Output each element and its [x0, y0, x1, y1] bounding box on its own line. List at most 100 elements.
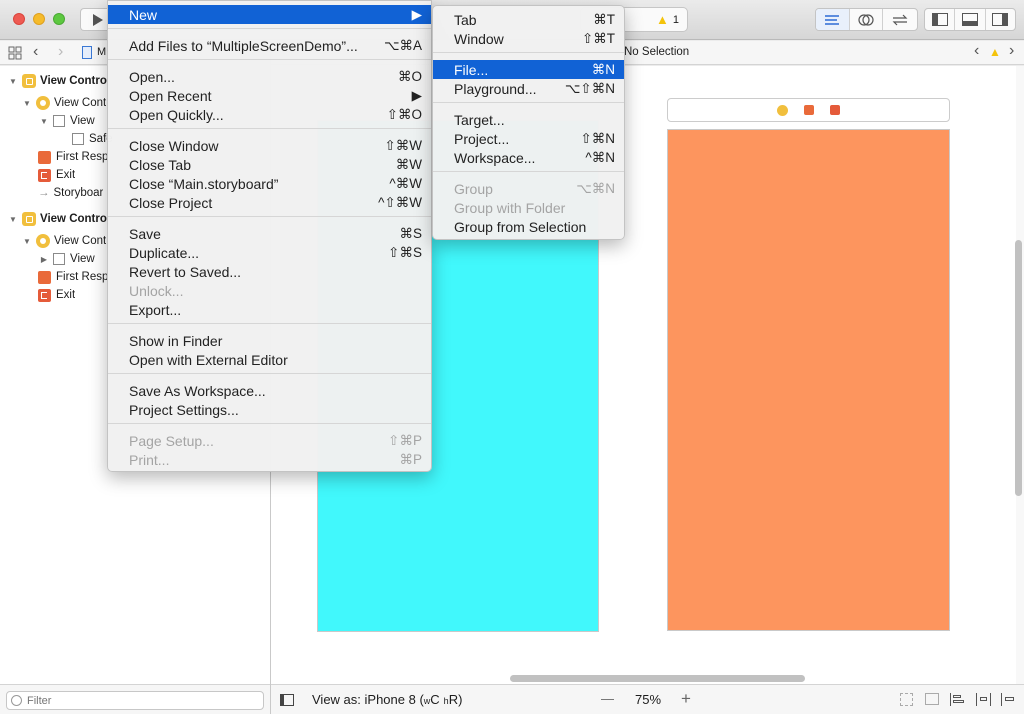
utilities-toggle-icon [992, 13, 1009, 26]
tree-row[interactable]: ▶ View [39, 250, 95, 268]
disclosure-triangle-icon[interactable]: ▼ [8, 77, 18, 86]
menu-item-save[interactable]: Save ⌘S [108, 224, 431, 243]
disclosure-triangle-icon[interactable]: ▼ [22, 237, 32, 246]
disclosure-triangle-icon[interactable]: ▼ [8, 215, 18, 224]
panel-toggle-control[interactable] [924, 8, 1016, 31]
embed-in-stack-icon[interactable] [925, 693, 939, 705]
menu-separator [108, 423, 431, 424]
tree-row[interactable]: → Storyboar [38, 184, 103, 202]
file-menu: New ▶ Add Files to “MultipleScreenDemo”.… [107, 0, 432, 472]
forward-arrow-icon[interactable]: › [58, 43, 63, 61]
menu-item-label: Close “Main.storyboard” [129, 175, 279, 192]
utilities-toggle-button[interactable] [986, 9, 1015, 30]
menu-item-label: Project Settings... [129, 401, 239, 418]
debug-toggle-button[interactable] [955, 9, 986, 30]
menu-item-new-file[interactable]: File... ⌘N [433, 60, 624, 79]
menu-item-open-recent[interactable]: Open Recent ▶ [108, 86, 431, 105]
menu-item-revert[interactable]: Revert to Saved... [108, 262, 431, 281]
menu-item-new-workspace[interactable]: Workspace... ^⌘N [433, 148, 624, 167]
menu-item-shortcut: ⌥⇧⌘N [564, 80, 615, 96]
menu-item-print: Print... ⌘P [108, 450, 431, 469]
disclosure-triangle-icon[interactable]: ▼ [39, 117, 49, 126]
safe-area-icon [72, 133, 84, 145]
first-responder-icon[interactable] [804, 105, 814, 115]
assistant-editor-button[interactable] [850, 9, 884, 30]
tree-row[interactable]: ▼ View Cont [22, 232, 106, 250]
version-editor-button[interactable] [883, 9, 917, 30]
menu-item-open[interactable]: Open... ⌘O [108, 67, 431, 86]
disclosure-triangle-icon[interactable]: ▶ [39, 255, 49, 264]
menu-item-label: Page Setup... [129, 432, 214, 449]
editor-mode-control[interactable] [815, 8, 918, 31]
menu-item-label: Group from Selection [454, 218, 587, 235]
menu-item-new-target[interactable]: Target... [433, 110, 624, 129]
disclosure-triangle-icon[interactable]: ▼ [22, 99, 32, 108]
menu-item-shortcut: ⌘T [593, 11, 615, 27]
add-constraints-icon[interactable] [976, 693, 991, 706]
menu-item-new-group-from-selection[interactable]: Group from Selection [433, 217, 624, 236]
tree-label: Exit [56, 289, 76, 301]
warning-icon[interactable]: ▲ [989, 45, 1001, 59]
menu-item-label: Project... [454, 130, 510, 147]
navigator-toggle-button[interactable] [925, 9, 956, 30]
tree-row[interactable]: ▼ View Cont [22, 94, 106, 112]
tree-row[interactable]: First Resp [38, 148, 108, 166]
menu-item-new-window[interactable]: Window ⇧⌘T [433, 29, 624, 48]
run-button[interactable] [80, 8, 107, 31]
scene-dock[interactable] [667, 98, 950, 122]
menu-item-new-tab[interactable]: Tab ⌘T [433, 10, 624, 29]
zoom-out-button[interactable]: — [601, 691, 614, 706]
update-frames-icon[interactable] [900, 693, 913, 706]
tree-row[interactable]: Exit [38, 286, 75, 304]
storyboard-entry-arrow-icon: → [38, 187, 50, 199]
menu-item-open-quickly[interactable]: Open Quickly... ⇧⌘O [108, 105, 431, 124]
menu-item-shortcut: ⌘P [399, 451, 422, 467]
back-arrow-icon[interactable]: ‹ [33, 43, 38, 61]
vertical-scrollbar[interactable] [1015, 240, 1022, 496]
menu-item-close-file[interactable]: Close “Main.storyboard” ^⌘W [108, 174, 431, 193]
menu-item-add-files[interactable]: Add Files to “MultipleScreenDemo”... ⌥⌘A [108, 36, 431, 55]
close-window-button[interactable] [13, 13, 25, 25]
menu-item-new-playground[interactable]: Playground... ⌥⇧⌘N [433, 79, 624, 98]
menu-item-close-window[interactable]: Close Window ⇧⌘W [108, 136, 431, 155]
warning-count: 1 [672, 13, 679, 26]
filter-input[interactable] [6, 691, 264, 710]
tree-row[interactable]: ▼ View [39, 112, 95, 130]
assistant-editor-icon [858, 13, 874, 26]
tree-row[interactable]: ▼ View Contro [8, 210, 107, 228]
menu-item-save-as-workspace[interactable]: Save As Workspace... [108, 381, 431, 400]
device-config-label[interactable]: View as: iPhone 8 (wC hR) [312, 692, 462, 707]
size-class-r: R [448, 692, 459, 707]
tree-row[interactable]: Exit [38, 166, 75, 184]
orange-view-controller-scene[interactable] [667, 129, 950, 631]
view-controller-icon[interactable] [777, 104, 788, 116]
menu-item-close-tab[interactable]: Close Tab ⌘W [108, 155, 431, 174]
jump-bar-selection[interactable]: No Selection [624, 46, 689, 58]
menu-item-project-settings[interactable]: Project Settings... [108, 400, 431, 419]
zoom-window-button[interactable] [53, 13, 65, 25]
tree-row[interactable]: First Resp [38, 268, 108, 286]
menu-item-duplicate[interactable]: Duplicate... ⇧⌘S [108, 243, 431, 262]
menu-item-new[interactable]: New ▶ [108, 5, 431, 24]
minimize-window-button[interactable] [33, 13, 45, 25]
menu-item-label: Export... [129, 301, 182, 318]
align-icon[interactable] [950, 693, 964, 706]
exit-icon[interactable] [830, 105, 840, 115]
tree-row[interactable]: ▼ View Contro [8, 72, 107, 90]
zoom-in-button[interactable]: + [681, 689, 691, 709]
menu-item-export[interactable]: Export... [108, 300, 431, 319]
menu-item-shortcut: ⇧⌘W [384, 137, 422, 153]
view-controller-icon [36, 96, 50, 110]
grid-icon[interactable] [8, 46, 22, 63]
jump-file-label[interactable]: M [97, 46, 106, 58]
horizontal-scrollbar[interactable] [510, 675, 805, 682]
standard-editor-button[interactable] [816, 9, 850, 30]
document-outline-toggle-icon[interactable] [280, 694, 294, 706]
menu-item-new-project[interactable]: Project... ⇧⌘N [433, 129, 624, 148]
previous-issue-icon[interactable]: ‹ [974, 42, 979, 60]
menu-item-show-in-finder[interactable]: Show in Finder [108, 331, 431, 350]
resolve-issues-icon[interactable] [1001, 693, 1016, 706]
menu-item-open-external-editor[interactable]: Open with External Editor [108, 350, 431, 369]
next-issue-icon[interactable]: › [1009, 42, 1014, 60]
menu-item-close-project[interactable]: Close Project ^⇧⌘W [108, 193, 431, 212]
